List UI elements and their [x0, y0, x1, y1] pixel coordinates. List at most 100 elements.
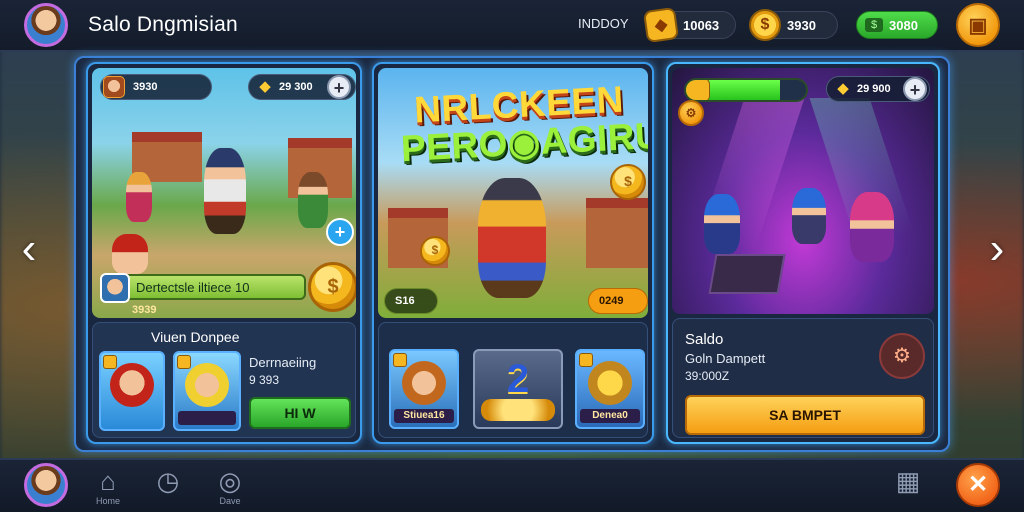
reward-number: 2	[506, 357, 530, 401]
gamepad-icon: ◎	[218, 466, 242, 496]
coin-icon: $	[749, 9, 781, 41]
hero-tile[interactable]: Denea0	[575, 349, 645, 429]
page-title: Salo Dngmisian	[88, 13, 238, 36]
shop-button[interactable]: ▣	[956, 3, 1000, 47]
character-figure	[126, 172, 152, 222]
hero-tile[interactable]	[173, 351, 241, 431]
settings-button[interactable]: ⚙	[879, 333, 925, 379]
hero-tile[interactable]: Stiuea16	[389, 349, 459, 429]
game-logo: NRLCKEEN PERO◉AGIRU	[398, 79, 648, 170]
profile-avatar[interactable]	[24, 463, 68, 507]
nav-history[interactable]: ◷	[146, 466, 190, 510]
coin-icon[interactable]: $	[308, 262, 356, 312]
coin-pile-icon	[481, 399, 555, 421]
stage-block	[708, 254, 786, 294]
game-card-3[interactable]: ◆ 29 900 + ⚙ Saldo Goln Dampett 39:000Z …	[666, 62, 940, 444]
card-2-panel: Stiuea16 2 Denea0	[378, 322, 648, 438]
character-figure	[850, 192, 894, 262]
badge-icon	[177, 355, 191, 369]
reward-tile[interactable]: 2	[473, 349, 563, 429]
avatar	[100, 273, 130, 303]
gem-icon: ◆	[259, 78, 271, 95]
tile-caption-bar	[178, 411, 236, 425]
gear-icon: ⚙	[685, 106, 697, 120]
gems-value: 10063	[683, 18, 720, 33]
bottom-bar: ⌂ Home ◷ ◎ Dave ▦	[0, 458, 1024, 512]
right-value: 0249	[599, 295, 624, 307]
quest-text: Dertectsle iltiece 10	[136, 280, 250, 295]
chevron-right-icon[interactable]: ›	[982, 224, 1012, 274]
game-card-1[interactable]: 3930 ◆ 29 300 + + Dertectsle iltiece 10 …	[86, 62, 362, 444]
card-1-panel: Viuen Donpee Derrnaeiing 9 393 HI W	[92, 322, 356, 438]
badge-icon	[393, 353, 407, 367]
hero-portrait	[185, 363, 229, 407]
gems-counter[interactable]: ◆ 10063	[642, 6, 736, 44]
panel-info: Derrnaeiing	[249, 355, 317, 370]
card-3-scene: ◆ 29 900 + ⚙	[672, 68, 934, 314]
panel-subtitle: Goln Dampett	[685, 351, 766, 366]
badge-icon	[103, 355, 117, 369]
character-figure	[298, 172, 328, 228]
left-value-pill: S16	[384, 288, 438, 314]
character-figure	[792, 188, 826, 244]
card-2-scene: NRLCKEEN PERO◉AGIRU $ $ S16 0249	[378, 68, 648, 318]
gear-icon: ⚙	[893, 345, 911, 367]
panel-title: Viuen Donpee	[151, 329, 240, 345]
coin-icon: $	[610, 164, 646, 200]
panel-sub: 9 393	[249, 373, 280, 387]
play-button[interactable]: HI W	[249, 397, 351, 429]
add-button[interactable]: +	[326, 218, 354, 246]
quest-sub-value: 3939	[132, 304, 157, 316]
nav-home[interactable]: ⌂ Home	[86, 466, 130, 510]
hero-portrait	[402, 361, 446, 405]
panel-title: Saldo	[685, 331, 724, 348]
settings-button[interactable]: ⚙	[678, 100, 704, 126]
add-button[interactable]: +	[903, 77, 927, 101]
gem-icon: ◆	[837, 80, 849, 97]
nav-grid[interactable]: ▦	[886, 466, 930, 510]
cash-icon: $	[865, 18, 883, 32]
clock-icon: ◷	[156, 466, 180, 496]
card-3-panel: Saldo Goln Dampett 39:000Z ⚙ SA BMPET	[672, 318, 934, 438]
character-figure	[704, 194, 740, 254]
tile-caption: Stiuea16	[394, 409, 454, 423]
resource-value: 29 300	[279, 81, 313, 93]
add-button[interactable]: +	[327, 75, 351, 99]
tile-caption: Denea0	[580, 409, 640, 423]
close-icon: ✕	[967, 471, 989, 498]
house-image	[586, 198, 648, 268]
gem-icon	[686, 80, 710, 100]
level-label: INDDOY	[578, 16, 629, 31]
hero-tile[interactable]	[99, 351, 165, 431]
character-figure	[112, 234, 148, 274]
player-avatar[interactable]	[24, 3, 68, 47]
quest-bar[interactable]: Dertectsle iltiece 10	[100, 273, 306, 303]
cash-counter[interactable]: $ 3080	[856, 11, 938, 39]
panel-value: 39:000Z	[685, 369, 730, 383]
nav-game[interactable]: ◎ Dave	[208, 466, 252, 510]
cash-value: 3080	[889, 18, 918, 33]
top-bar: Salo Dngmisian INDDOY ◆ 10063 $ 3930 $ 3…	[0, 0, 1024, 52]
stat-pill: 3930	[100, 74, 212, 100]
deposit-button[interactable]: SA BMPET	[685, 395, 925, 435]
stat-value: 3930	[133, 81, 158, 93]
game-card-2[interactable]: NRLCKEEN PERO◉AGIRU $ $ S16 0249 Stiuea1…	[372, 62, 654, 444]
hero-figure	[204, 148, 246, 234]
hero-figure	[478, 178, 546, 298]
close-button[interactable]: ✕	[956, 463, 1000, 507]
hero-portrait	[588, 361, 632, 405]
resource-pill: ◆ 29 300 +	[248, 74, 356, 100]
shop-icon: ▣	[968, 14, 988, 37]
nav-home-label: Home	[95, 496, 120, 506]
card-1-scene: 3930 ◆ 29 300 + + Dertectsle iltiece 10 …	[92, 68, 356, 318]
progress-bar	[684, 78, 808, 102]
badge-icon	[579, 353, 593, 367]
grid-icon: ▦	[895, 466, 921, 496]
home-icon: ⌂	[100, 466, 116, 496]
coins-counter[interactable]: $ 3930	[749, 9, 838, 41]
face-icon	[103, 76, 125, 98]
nav-game-label: Dave	[219, 496, 241, 506]
resource-value: 29 900	[857, 83, 891, 95]
gem-icon: ◆	[642, 6, 680, 44]
chevron-left-icon[interactable]: ‹	[14, 224, 44, 274]
